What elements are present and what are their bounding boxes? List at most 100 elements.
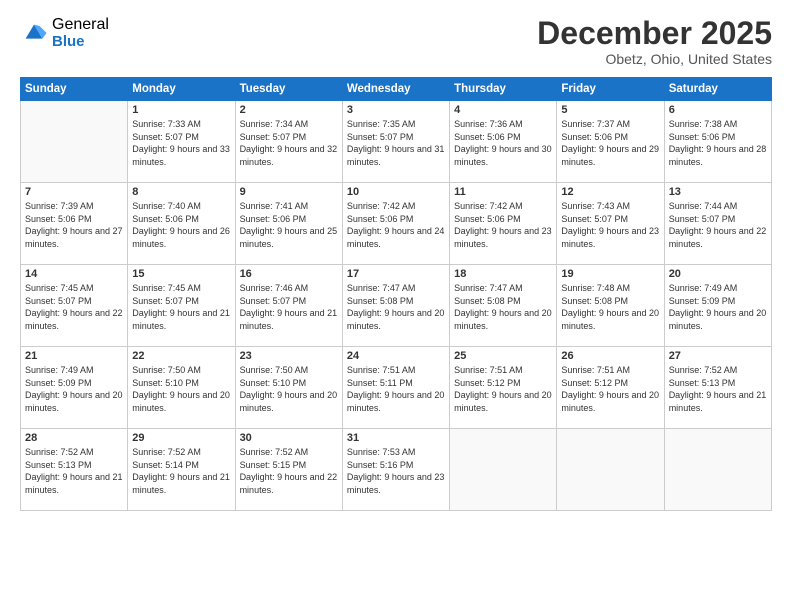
day-number: 23 (240, 350, 338, 362)
day-detail: Sunrise: 7:36 AM Sunset: 5:06 PM Dayligh… (454, 118, 552, 168)
day-number: 10 (347, 186, 445, 198)
table-row: 17 Sunrise: 7:47 AM Sunset: 5:08 PM Dayl… (342, 265, 449, 347)
day-number: 28 (25, 432, 123, 444)
table-row (664, 429, 771, 511)
day-number: 27 (669, 350, 767, 362)
day-number: 13 (669, 186, 767, 198)
day-number: 15 (132, 268, 230, 280)
table-row: 21 Sunrise: 7:49 AM Sunset: 5:09 PM Dayl… (21, 347, 128, 429)
day-detail: Sunrise: 7:40 AM Sunset: 5:06 PM Dayligh… (132, 200, 230, 250)
day-detail: Sunrise: 7:33 AM Sunset: 5:07 PM Dayligh… (132, 118, 230, 168)
header-tuesday: Tuesday (235, 78, 342, 101)
day-detail: Sunrise: 7:52 AM Sunset: 5:14 PM Dayligh… (132, 446, 230, 496)
day-detail: Sunrise: 7:52 AM Sunset: 5:13 PM Dayligh… (25, 446, 123, 496)
day-number: 31 (347, 432, 445, 444)
logo-icon (20, 19, 48, 47)
table-row: 23 Sunrise: 7:50 AM Sunset: 5:10 PM Dayl… (235, 347, 342, 429)
day-number: 9 (240, 186, 338, 198)
day-detail: Sunrise: 7:44 AM Sunset: 5:07 PM Dayligh… (669, 200, 767, 250)
day-number: 12 (561, 186, 659, 198)
calendar-week-row: 7 Sunrise: 7:39 AM Sunset: 5:06 PM Dayli… (21, 183, 772, 265)
calendar-container: General Blue December 2025 Obetz, Ohio, … (0, 0, 792, 612)
header-thursday: Thursday (450, 78, 557, 101)
header-wednesday: Wednesday (342, 78, 449, 101)
day-detail: Sunrise: 7:35 AM Sunset: 5:07 PM Dayligh… (347, 118, 445, 168)
table-row: 27 Sunrise: 7:52 AM Sunset: 5:13 PM Dayl… (664, 347, 771, 429)
table-row: 18 Sunrise: 7:47 AM Sunset: 5:08 PM Dayl… (450, 265, 557, 347)
logo: General Blue (20, 16, 109, 50)
day-detail: Sunrise: 7:37 AM Sunset: 5:06 PM Dayligh… (561, 118, 659, 168)
day-number: 3 (347, 104, 445, 116)
day-detail: Sunrise: 7:39 AM Sunset: 5:06 PM Dayligh… (25, 200, 123, 250)
day-detail: Sunrise: 7:53 AM Sunset: 5:16 PM Dayligh… (347, 446, 445, 496)
day-number: 25 (454, 350, 552, 362)
day-detail: Sunrise: 7:43 AM Sunset: 5:07 PM Dayligh… (561, 200, 659, 250)
table-row: 30 Sunrise: 7:52 AM Sunset: 5:15 PM Dayl… (235, 429, 342, 511)
day-number: 5 (561, 104, 659, 116)
calendar-title: December 2025 (537, 16, 772, 51)
day-detail: Sunrise: 7:51 AM Sunset: 5:11 PM Dayligh… (347, 364, 445, 414)
table-row: 26 Sunrise: 7:51 AM Sunset: 5:12 PM Dayl… (557, 347, 664, 429)
logo-general: General (52, 16, 109, 34)
table-row: 3 Sunrise: 7:35 AM Sunset: 5:07 PM Dayli… (342, 101, 449, 183)
day-detail: Sunrise: 7:51 AM Sunset: 5:12 PM Dayligh… (561, 364, 659, 414)
table-row: 13 Sunrise: 7:44 AM Sunset: 5:07 PM Dayl… (664, 183, 771, 265)
day-number: 14 (25, 268, 123, 280)
table-row (21, 101, 128, 183)
day-detail: Sunrise: 7:47 AM Sunset: 5:08 PM Dayligh… (454, 282, 552, 332)
day-number: 7 (25, 186, 123, 198)
day-number: 2 (240, 104, 338, 116)
header-saturday: Saturday (664, 78, 771, 101)
table-row: 12 Sunrise: 7:43 AM Sunset: 5:07 PM Dayl… (557, 183, 664, 265)
day-number: 17 (347, 268, 445, 280)
day-number: 18 (454, 268, 552, 280)
table-row: 2 Sunrise: 7:34 AM Sunset: 5:07 PM Dayli… (235, 101, 342, 183)
table-row: 8 Sunrise: 7:40 AM Sunset: 5:06 PM Dayli… (128, 183, 235, 265)
weekday-header-row: Sunday Monday Tuesday Wednesday Thursday… (21, 78, 772, 101)
calendar-table: Sunday Monday Tuesday Wednesday Thursday… (20, 77, 772, 511)
day-number: 26 (561, 350, 659, 362)
day-detail: Sunrise: 7:50 AM Sunset: 5:10 PM Dayligh… (240, 364, 338, 414)
table-row: 16 Sunrise: 7:46 AM Sunset: 5:07 PM Dayl… (235, 265, 342, 347)
day-detail: Sunrise: 7:45 AM Sunset: 5:07 PM Dayligh… (132, 282, 230, 332)
day-number: 8 (132, 186, 230, 198)
calendar-subtitle: Obetz, Ohio, United States (537, 51, 772, 67)
table-row: 1 Sunrise: 7:33 AM Sunset: 5:07 PM Dayli… (128, 101, 235, 183)
header-monday: Monday (128, 78, 235, 101)
header-sunday: Sunday (21, 78, 128, 101)
day-number: 22 (132, 350, 230, 362)
day-detail: Sunrise: 7:38 AM Sunset: 5:06 PM Dayligh… (669, 118, 767, 168)
day-number: 1 (132, 104, 230, 116)
header: General Blue December 2025 Obetz, Ohio, … (20, 16, 772, 67)
day-detail: Sunrise: 7:50 AM Sunset: 5:10 PM Dayligh… (132, 364, 230, 414)
day-detail: Sunrise: 7:34 AM Sunset: 5:07 PM Dayligh… (240, 118, 338, 168)
day-number: 4 (454, 104, 552, 116)
day-detail: Sunrise: 7:49 AM Sunset: 5:09 PM Dayligh… (669, 282, 767, 332)
day-detail: Sunrise: 7:45 AM Sunset: 5:07 PM Dayligh… (25, 282, 123, 332)
day-detail: Sunrise: 7:41 AM Sunset: 5:06 PM Dayligh… (240, 200, 338, 250)
day-number: 29 (132, 432, 230, 444)
day-detail: Sunrise: 7:51 AM Sunset: 5:12 PM Dayligh… (454, 364, 552, 414)
day-detail: Sunrise: 7:48 AM Sunset: 5:08 PM Dayligh… (561, 282, 659, 332)
table-row: 24 Sunrise: 7:51 AM Sunset: 5:11 PM Dayl… (342, 347, 449, 429)
header-friday: Friday (557, 78, 664, 101)
day-number: 21 (25, 350, 123, 362)
day-number: 16 (240, 268, 338, 280)
table-row: 25 Sunrise: 7:51 AM Sunset: 5:12 PM Dayl… (450, 347, 557, 429)
logo-text: General Blue (52, 16, 109, 50)
table-row: 31 Sunrise: 7:53 AM Sunset: 5:16 PM Dayl… (342, 429, 449, 511)
table-row: 10 Sunrise: 7:42 AM Sunset: 5:06 PM Dayl… (342, 183, 449, 265)
day-detail: Sunrise: 7:52 AM Sunset: 5:13 PM Dayligh… (669, 364, 767, 414)
calendar-week-row: 28 Sunrise: 7:52 AM Sunset: 5:13 PM Dayl… (21, 429, 772, 511)
table-row: 9 Sunrise: 7:41 AM Sunset: 5:06 PM Dayli… (235, 183, 342, 265)
table-row: 15 Sunrise: 7:45 AM Sunset: 5:07 PM Dayl… (128, 265, 235, 347)
day-detail: Sunrise: 7:49 AM Sunset: 5:09 PM Dayligh… (25, 364, 123, 414)
day-detail: Sunrise: 7:46 AM Sunset: 5:07 PM Dayligh… (240, 282, 338, 332)
day-number: 19 (561, 268, 659, 280)
table-row: 29 Sunrise: 7:52 AM Sunset: 5:14 PM Dayl… (128, 429, 235, 511)
day-detail: Sunrise: 7:42 AM Sunset: 5:06 PM Dayligh… (347, 200, 445, 250)
calendar-week-row: 1 Sunrise: 7:33 AM Sunset: 5:07 PM Dayli… (21, 101, 772, 183)
day-number: 6 (669, 104, 767, 116)
logo-blue: Blue (52, 34, 109, 51)
day-number: 20 (669, 268, 767, 280)
